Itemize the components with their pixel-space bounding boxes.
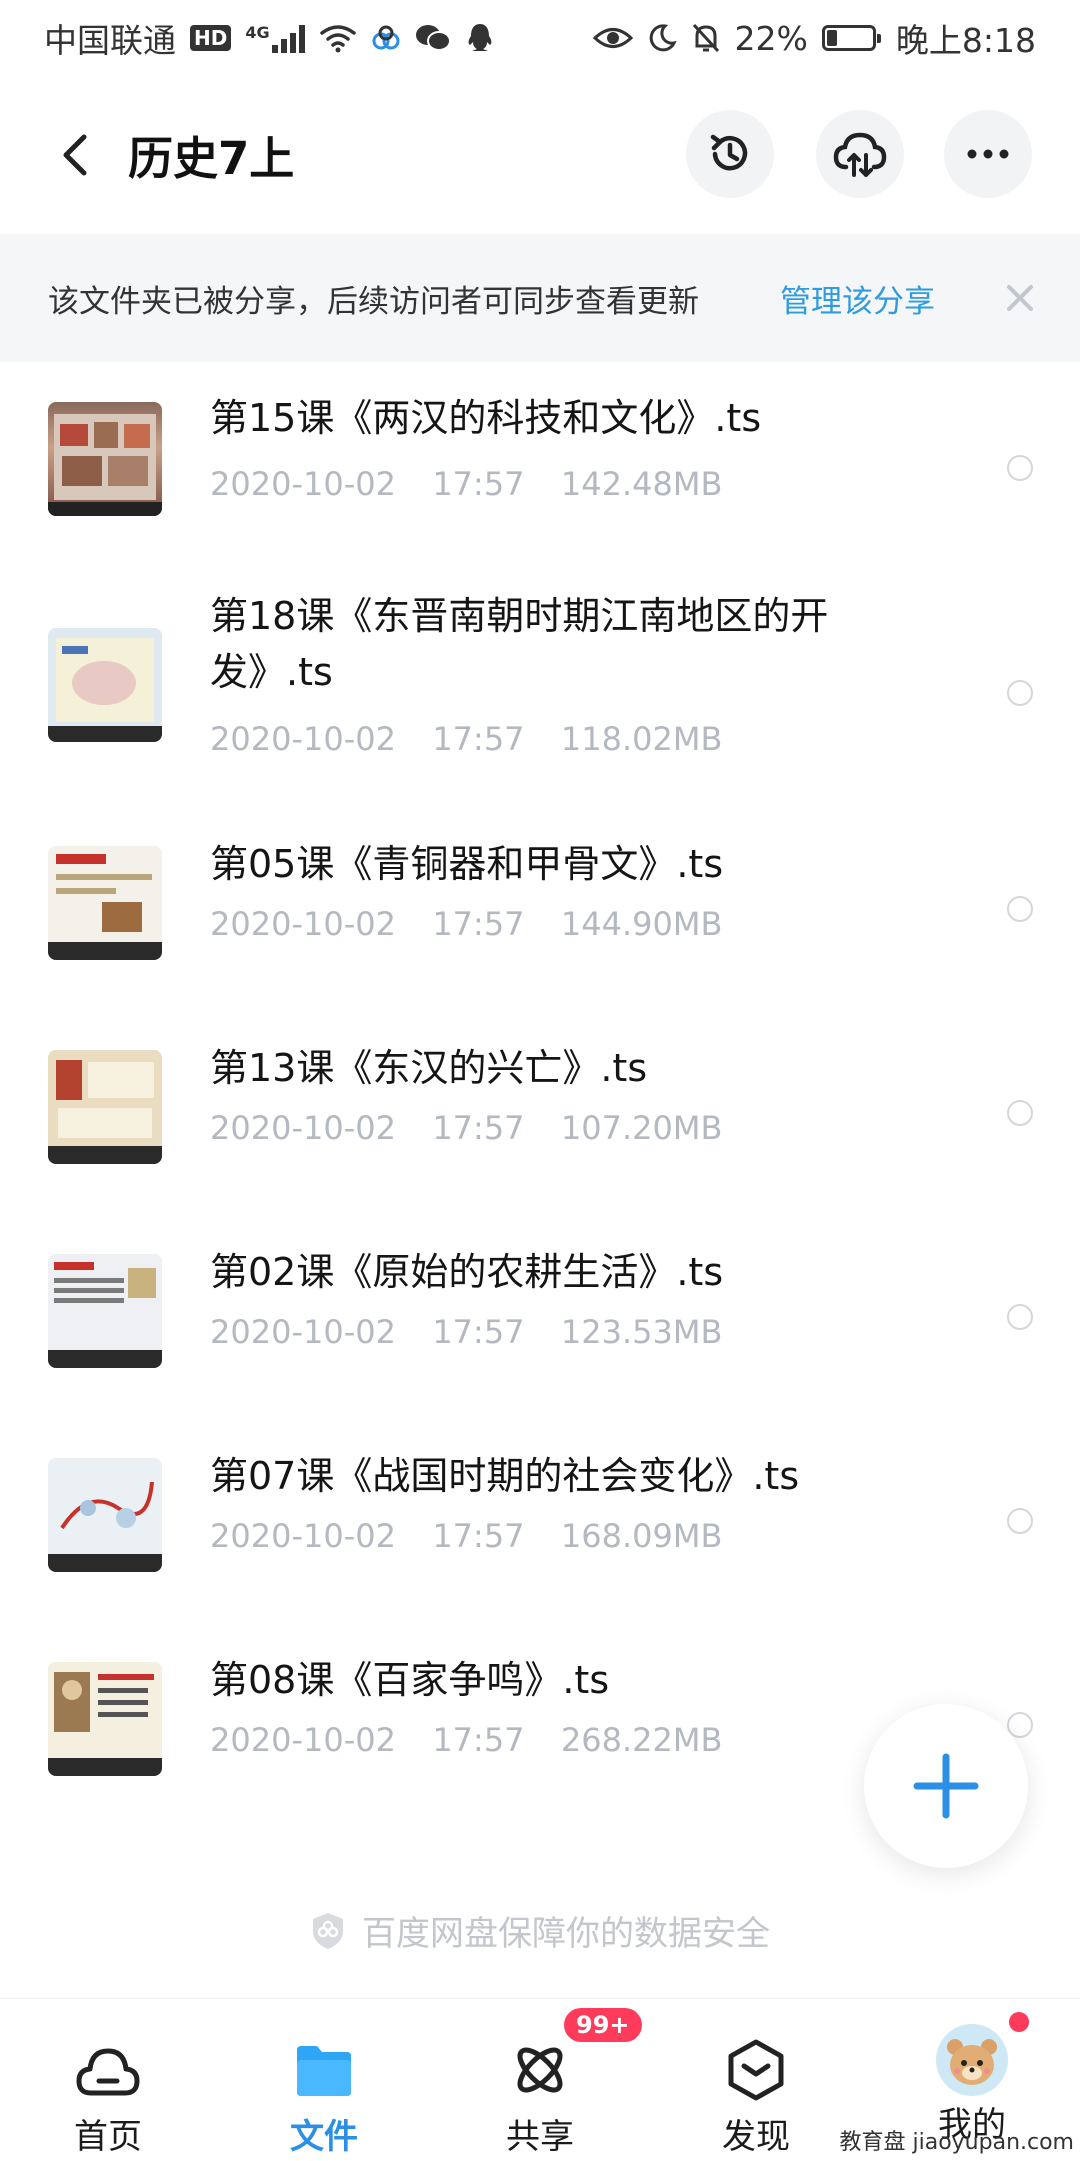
file-name: 第13课《东汉的兴亡》.ts — [210, 1046, 648, 1090]
select-radio[interactable] — [1007, 455, 1033, 481]
file-thumbnail — [48, 402, 162, 516]
file-meta: 2020-10-02 17:57 168.09MB — [210, 1517, 723, 1555]
cloud-sync-icon — [833, 132, 887, 177]
wifi-icon — [319, 25, 356, 53]
battery-percent: 22% — [734, 18, 808, 58]
history-icon — [710, 134, 748, 171]
avatar — [935, 2023, 1009, 2097]
file-list: 第15课《两汉的科技和文化》.ts 2020-10-02 17:57 142.4… — [0, 362, 1080, 1846]
hd-icon: HD — [190, 25, 232, 51]
home-cloud-icon — [73, 2035, 143, 2105]
file-thumbnail — [48, 846, 162, 960]
cloud-sync-button[interactable] — [816, 110, 904, 198]
more-button[interactable] — [944, 110, 1032, 198]
file-meta: 2020-10-02 17:57 142.48MB — [210, 465, 723, 503]
nav-label-home: 首页 — [74, 2117, 142, 2157]
share-count-badge: 99+ — [564, 2008, 642, 2042]
file-meta: 2020-10-02 17:57 268.22MB — [210, 1721, 723, 1759]
select-radio[interactable] — [1007, 1304, 1033, 1330]
share-banner-text: 该文件夹已被分享，后续访问者可同步查看更新 — [48, 283, 699, 320]
notification-dot — [1009, 2012, 1029, 2032]
bell-off-icon — [692, 23, 719, 53]
app-header: 历史7上 — [0, 90, 1080, 220]
file-name: 第15课《两汉的科技和文化》.ts — [210, 396, 762, 440]
safety-note: 百度网盘保障你的数据安全 — [0, 1906, 1080, 1955]
page-title: 历史7上 — [128, 132, 295, 185]
share-banner: 该文件夹已被分享，后续访问者可同步查看更新 管理该分享 — [0, 234, 1080, 362]
qq-icon — [468, 24, 492, 51]
select-radio[interactable] — [1007, 896, 1033, 922]
file-meta: 2020-10-02 17:57 107.20MB — [210, 1109, 723, 1147]
close-icon — [1007, 285, 1033, 311]
chevron-left-icon — [63, 134, 87, 176]
status-left: 中国联通 HD 4G — [44, 14, 495, 62]
nav-item-discover[interactable]: 发现 — [648, 1999, 864, 2161]
add-button[interactable] — [864, 1704, 1028, 1868]
network-type: 4G — [245, 23, 270, 42]
close-banner-button[interactable] — [1000, 278, 1040, 318]
cloud-app-icon — [372, 25, 400, 50]
share-atom-icon — [505, 2035, 575, 2105]
file-meta: 2020-10-02 17:57 123.53MB — [210, 1313, 723, 1351]
file-name: 第02课《原始的农耕生活》.ts — [210, 1250, 724, 1294]
file-item[interactable]: 第13课《东汉的兴亡》.ts 2020-10-02 17:57 107.20MB — [0, 1030, 1080, 1234]
folder-icon — [289, 2035, 359, 2105]
eye-comfort-icon — [592, 28, 633, 48]
file-thumbnail — [48, 1662, 162, 1776]
signal-icon: 4G — [245, 23, 305, 53]
discover-box-icon — [721, 2035, 791, 2105]
wechat-icon — [415, 25, 451, 51]
nav-item-files[interactable]: 文件 — [216, 1999, 432, 2161]
battery-icon — [821, 25, 881, 51]
manage-share-link[interactable]: 管理该分享 — [780, 276, 935, 321]
file-thumbnail — [48, 1254, 162, 1368]
more-icon — [967, 149, 1009, 159]
select-radio[interactable] — [1007, 1508, 1033, 1534]
file-item[interactable]: 第05课《青铜器和甲骨文》.ts 2020-10-02 17:57 144.90… — [0, 826, 1080, 1030]
status-right: 22% 晚上8:18 — [592, 14, 1036, 62]
select-radio[interactable] — [1007, 1100, 1033, 1126]
file-item[interactable]: 第18课《东晋南朝时期江南地区的开发》.ts 2020-10-02 17:57 … — [0, 574, 1080, 826]
file-meta: 2020-10-02 17:57 144.90MB — [210, 905, 723, 943]
nav-label-discover: 发现 — [722, 2117, 790, 2157]
file-thumbnail — [48, 1458, 162, 1572]
select-radio[interactable] — [1007, 680, 1033, 706]
file-item[interactable]: 第07课《战国时期的社会变化》.ts 2020-10-02 17:57 168.… — [0, 1438, 1080, 1642]
file-thumbnail — [48, 628, 162, 742]
file-name: 第07课《战国时期的社会变化》.ts — [210, 1454, 800, 1498]
history-button[interactable] — [686, 110, 774, 198]
select-radio[interactable] — [1007, 1712, 1033, 1738]
carrier-label: 中国联通 — [44, 21, 176, 60]
file-name: 第18课《东晋南朝时期江南地区的开发》.ts — [210, 594, 829, 694]
file-item[interactable]: 第02课《原始的农耕生活》.ts 2020-10-02 17:57 123.53… — [0, 1234, 1080, 1438]
shield-icon — [313, 1912, 343, 1949]
file-meta: 2020-10-02 17:57 118.02MB — [210, 720, 723, 758]
nav-label-share: 共享 — [506, 2117, 574, 2157]
watermark-text: 教育盘 jiaoyupan.com — [839, 2130, 1075, 2155]
file-name: 第05课《青铜器和甲骨文》.ts — [210, 842, 724, 886]
file-name: 第08课《百家争鸣》.ts — [210, 1658, 610, 1702]
clock: 晚上8:18 — [895, 21, 1036, 60]
nav-label-files: 文件 — [290, 2117, 358, 2157]
status-bar: 中国联通 HD 4G 22% 晚上8:18 — [0, 0, 1080, 76]
file-item[interactable]: 第15课《两汉的科技和文化》.ts 2020-10-02 17:57 142.4… — [0, 362, 1080, 574]
file-thumbnail — [48, 1050, 162, 1164]
back-button[interactable] — [40, 120, 110, 190]
moon-icon — [649, 24, 677, 52]
safety-text: 百度网盘保障你的数据安全 — [362, 1914, 770, 1954]
nav-item-home[interactable]: 首页 — [0, 1999, 216, 2161]
plus-icon — [913, 1753, 979, 1819]
